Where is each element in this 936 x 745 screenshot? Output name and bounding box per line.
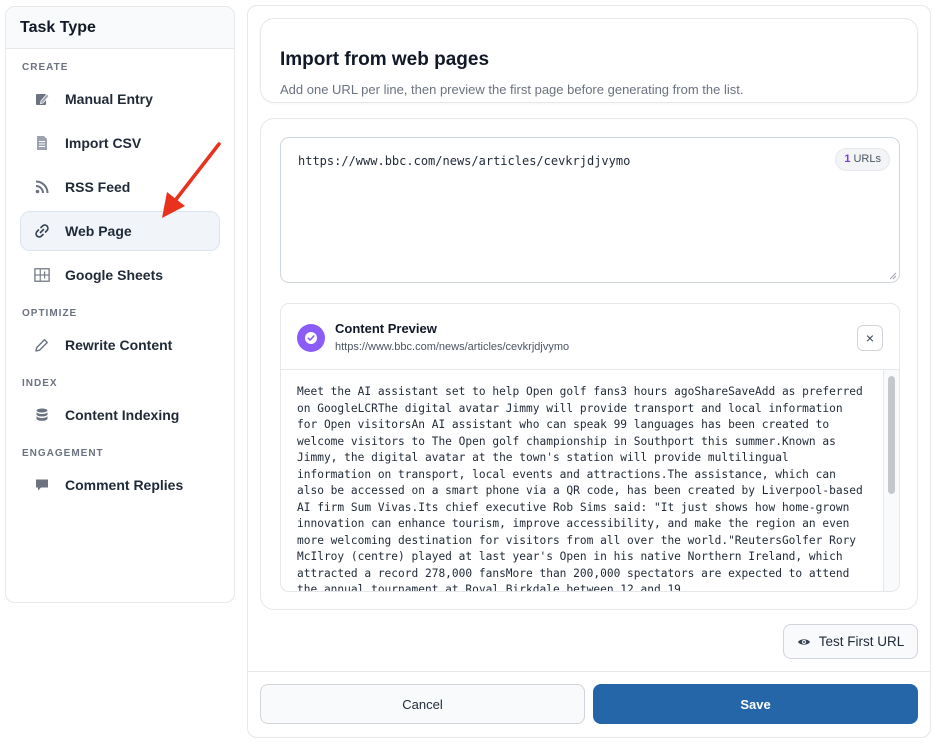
link-icon [33,222,51,240]
main-panel: Import from web pages Add one URL per li… [247,5,931,738]
sidebar-item-manual-entry[interactable]: Manual Entry [20,79,220,119]
save-button[interactable]: Save [593,684,918,724]
page-subtitle: Add one URL per line, then preview the f… [280,82,744,97]
sidebar-item-rewrite-content[interactable]: Rewrite Content [20,325,220,365]
section-label-index: INDEX [22,378,58,389]
resize-handle-icon[interactable] [889,272,897,280]
sidebar-item-label: RSS Feed [65,179,131,195]
sidebar-item-comment-replies[interactable]: Comment Replies [20,465,220,505]
sidebar-item-import-csv[interactable]: Import CSV [20,123,220,163]
rss-icon [33,178,51,196]
database-icon [33,406,51,424]
eye-icon [797,637,811,647]
cancel-button[interactable]: Cancel [260,684,585,724]
sidebar-item-label: Web Page [65,223,132,239]
content-preview-text: Meet the AI assistant set to help Open g… [297,385,870,592]
import-card: https://www.bbc.com/news/articles/cevkrj… [260,118,918,610]
section-label-engagement: ENGAGEMENT [22,448,104,459]
table-icon [33,266,51,284]
content-preview-header: Content Preview https://www.bbc.com/news… [281,304,899,370]
sidebar-item-label: Comment Replies [65,477,184,493]
url-count-badge: 1 URLs [835,148,890,171]
sidebar-item-label: Manual Entry [65,91,153,107]
close-preview-button[interactable]: × [857,325,883,351]
preview-scrollbar[interactable] [883,370,899,591]
sidebar-item-label: Rewrite Content [65,337,173,353]
sidebar-item-label: Google Sheets [65,267,164,283]
check-circle-icon [297,324,325,352]
content-preview-panel: Content Preview https://www.bbc.com/news… [280,303,900,592]
content-preview-url: https://www.bbc.com/news/articles/cevkrj… [335,341,570,353]
pencil-icon [33,336,51,354]
sidebar-item-rss-feed[interactable]: RSS Feed [20,167,220,207]
task-type-sidebar: Task Type CREATE Manual Entry Import CSV… [5,6,235,603]
section-label-optimize: OPTIMIZE [22,308,78,319]
section-label-create: CREATE [22,62,69,73]
footer-divider [248,671,930,672]
document-icon [33,134,51,152]
url-count: 1 [844,153,851,165]
sidebar-item-google-sheets[interactable]: Google Sheets [20,255,220,295]
test-first-url-button[interactable]: Test First URL [783,624,918,659]
page-title: Import from web pages [280,49,490,70]
url-textarea-value: https://www.bbc.com/news/articles/cevkrj… [298,154,631,168]
scrollbar-thumb[interactable] [888,376,895,494]
test-first-url-label: Test First URL [818,634,905,649]
sidebar-item-web-page[interactable]: Web Page [20,211,220,251]
sidebar-item-label: Import CSV [65,135,142,151]
sidebar-title: Task Type [6,7,234,49]
content-preview-title: Content Preview [335,321,437,336]
header-card: Import from web pages Add one URL per li… [260,18,918,103]
url-count-label: URLs [853,153,881,165]
sidebar-item-label: Content Indexing [65,407,180,423]
url-textarea[interactable]: https://www.bbc.com/news/articles/cevkrj… [280,137,900,283]
edit-note-icon [33,90,51,108]
sidebar-item-content-indexing[interactable]: Content Indexing [20,395,220,435]
comment-icon [33,476,51,494]
